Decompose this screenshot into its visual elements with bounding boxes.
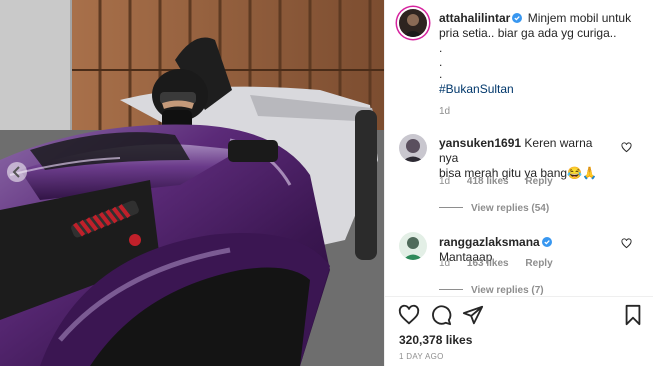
reply-button[interactable]: Reply [525, 258, 552, 269]
caption: attahalilintar Minjem mobil untuk pria s… [439, 11, 639, 41]
caption-hashtag[interactable]: #BukanSultan [439, 82, 514, 96]
post-like-count[interactable]: 320,378 likes [399, 333, 472, 347]
caption-dot-3: . [439, 67, 443, 81]
comment-icon[interactable] [430, 304, 452, 326]
avatar-image [399, 9, 427, 37]
comment-like-heart-icon[interactable] [621, 238, 632, 249]
commenter-avatar[interactable] [399, 232, 427, 260]
caption-age: 1d [439, 106, 451, 117]
post-side-panel: attahalilintar Minjem mobil untuk pria s… [384, 0, 653, 366]
caption-line-1: Minjem mobil untuk [527, 11, 632, 25]
carousel-prev-arrow[interactable] [7, 162, 27, 182]
bookmark-icon[interactable] [622, 304, 644, 326]
comment-username[interactable]: ranggazlaksmana [439, 235, 540, 249]
comments-list: attahalilintar Minjem mobil untuk pria s… [385, 0, 653, 296]
post-photo [0, 0, 384, 366]
view-replies-button[interactable]: View replies (7) [439, 285, 544, 296]
comment-meta: 1d 163 likes Reply [439, 258, 567, 269]
comment-like-heart-icon[interactable] [621, 142, 632, 153]
caption-dot-1: . [439, 41, 443, 55]
view-replies-button[interactable]: View replies (54) [439, 203, 549, 214]
heart-icon[interactable] [398, 304, 420, 326]
view-replies-label: View replies (7) [471, 285, 544, 296]
avatar-image [399, 232, 427, 260]
post-timestamp: 1 DAY AGO [399, 352, 444, 361]
car-photo-illustration [0, 0, 384, 366]
comment-age: 1d [439, 176, 451, 187]
caption-line-2: pria setia.. biar ga ada yg curiga.. [439, 26, 617, 40]
comment-text: yansuken1691 Keren warna nya bisa merah … [439, 136, 609, 181]
replies-divider [439, 207, 463, 208]
author-avatar[interactable] [399, 9, 427, 37]
replies-divider [439, 289, 463, 290]
comment-age: 1d [439, 258, 451, 269]
post-actions-footer: 320,378 likes 1 DAY AGO [385, 296, 653, 366]
verified-badge-icon [512, 13, 523, 23]
verified-badge-icon [541, 237, 552, 247]
comment-meta: 1d 418 likes Reply [439, 176, 567, 187]
comment-likes[interactable]: 418 likes [467, 176, 509, 187]
comment-username[interactable]: yansuken1691 [439, 136, 521, 150]
comment-likes[interactable]: 163 likes [467, 258, 509, 269]
author-username[interactable]: attahalilintar [439, 11, 510, 25]
commenter-avatar[interactable] [399, 134, 427, 162]
reply-button[interactable]: Reply [525, 176, 552, 187]
share-icon[interactable] [462, 304, 484, 326]
avatar-image [399, 134, 427, 162]
view-replies-label: View replies (54) [471, 203, 550, 214]
